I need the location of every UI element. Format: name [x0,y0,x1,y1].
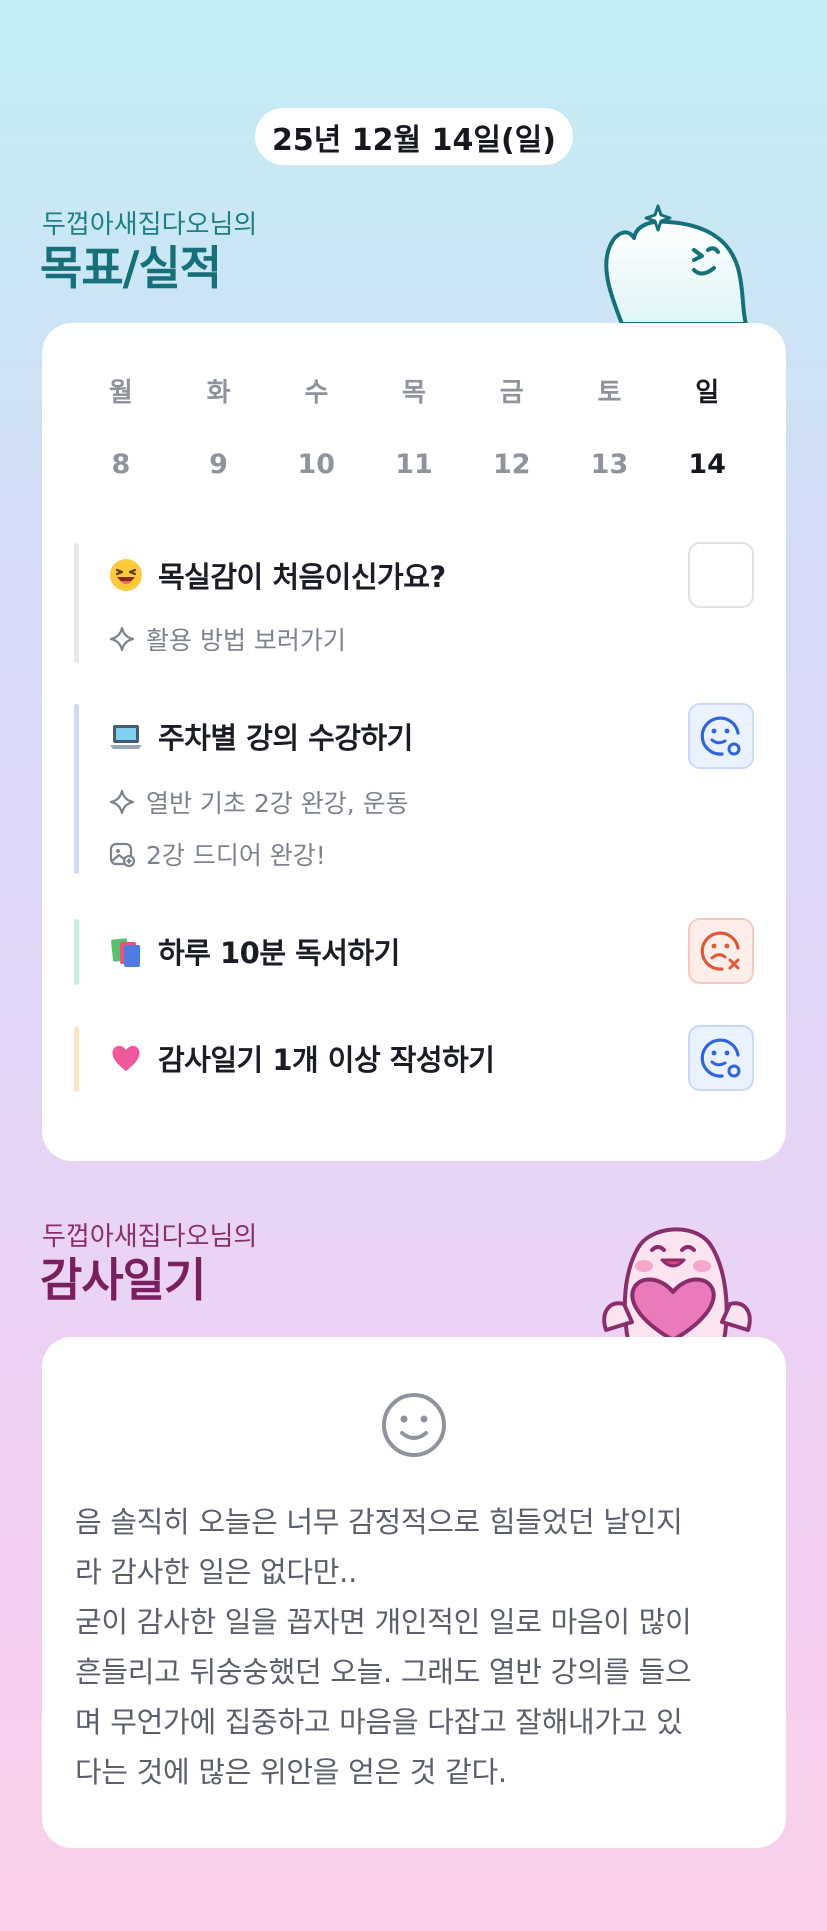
smile-face-icon [382,1393,446,1457]
calendar-day-tue[interactable]: 화 9 [170,371,268,487]
calendar-day-sat[interactable]: 토 13 [561,371,659,487]
goals-card: 월 8 화 9 수 10 목 11 금 12 토 13 일 14 목실감이 처음… [42,323,786,1161]
goal-note[interactable]: 2강 드디어 완강! [108,836,326,872]
goal-item[interactable]: 주차별 강의 수강하기 열반 기초 2강 완강, 운동 2강 드디어 완강! [74,703,754,874]
week-calendar: 월 8 화 9 수 10 목 11 금 12 토 13 일 14 [72,371,756,487]
ghost-heart-mascot-illustration [602,1227,752,1340]
diary-entry-text: 음 솔직히 오늘은 너무 감정적으로 힘들었던 날인지 라 감사한 일은 없다만… [75,1505,692,1789]
goal-color-bar [74,704,79,874]
books-icon [108,933,144,969]
goal-item[interactable]: 감사일기 1개 이상 작성하기 [74,1025,754,1092]
diary-section-title: 감사일기 [40,1253,206,1307]
sparkle-icon [109,626,135,652]
calendar-day-sun-selected[interactable]: 일 14 [658,371,756,487]
smile-check-icon [700,716,741,756]
heart-icon [108,1040,144,1076]
goal-color-bar [74,1026,79,1092]
ghost-mascot-illustration [604,204,748,326]
goal-title: 감사일기 1개 이상 작성하기 [158,1043,495,1077]
laughing-face-icon [108,557,144,593]
calendar-day-mon[interactable]: 월 8 [72,371,170,487]
goal-title: 주차별 강의 수강하기 [158,721,413,755]
goal-title: 하루 10분 독서하기 [158,936,400,970]
calendar-day-fri[interactable]: 금 12 [463,371,561,487]
goal-item[interactable]: 하루 10분 독서하기 [74,918,754,985]
goal-note[interactable]: 활용 방법 보러가기 [108,621,346,657]
goal-color-bar [74,919,79,985]
diary-card: 음 솔직히 오늘은 너무 감정적으로 힘들었던 날인지 라 감사한 일은 없다만… [42,1337,786,1848]
goal-status-done[interactable] [688,703,754,769]
goal-item[interactable]: 목실감이 처음이신가요? 활용 방법 보러가기 [74,542,754,663]
sad-x-icon [700,931,740,971]
calendar-day-wed[interactable]: 수 10 [267,371,365,487]
sparkle-icon [109,789,135,815]
calendar-day-thu[interactable]: 목 11 [365,371,463,487]
goal-status-failed[interactable] [688,918,754,984]
smile-check-icon [700,1038,741,1078]
goals-section-title: 목표/실적 [40,241,222,295]
goal-note[interactable]: 열반 기초 2강 완강, 운동 [108,784,409,820]
goal-title: 목실감이 처음이신가요? [158,560,446,594]
laptop-icon [108,718,144,754]
goal-status-done[interactable] [688,1025,754,1091]
date-pill: 25년 12월 14일(일) [255,108,573,165]
goal-color-bar [74,543,79,663]
goal-status-checkbox[interactable] [688,542,754,608]
photo-icon [109,842,136,868]
date-label: 25년 12월 14일(일) [272,122,556,158]
